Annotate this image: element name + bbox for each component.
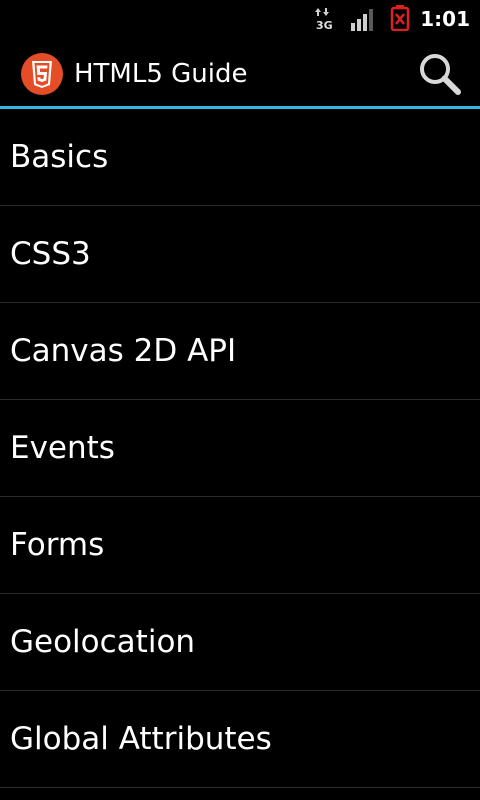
3g-data-icon: 3G bbox=[315, 8, 333, 31]
battery-empty-icon bbox=[390, 5, 410, 31]
status-bar: 3G 1:01 bbox=[0, 0, 480, 38]
list-item-canvas-2d-api[interactable]: Canvas 2D API bbox=[0, 303, 480, 400]
list-item-label: CSS3 bbox=[10, 236, 91, 272]
list-item-forms[interactable]: Forms bbox=[0, 497, 480, 594]
html5-logo-icon[interactable] bbox=[20, 52, 64, 96]
topic-list: Basics CSS3 Canvas 2D API Events Forms G… bbox=[0, 109, 480, 788]
action-bar: HTML5 Guide bbox=[0, 38, 480, 109]
list-item-label: Forms bbox=[10, 527, 105, 563]
list-item-events[interactable]: Events bbox=[0, 400, 480, 497]
list-item-basics[interactable]: Basics bbox=[0, 109, 480, 206]
list-item-global-attributes[interactable]: Global Attributes bbox=[0, 691, 480, 788]
app-title: HTML5 Guide bbox=[74, 59, 248, 89]
list-item-css3[interactable]: CSS3 bbox=[0, 206, 480, 303]
list-item-geolocation[interactable]: Geolocation bbox=[0, 594, 480, 691]
list-item-label: Global Attributes bbox=[10, 721, 272, 757]
clock: 1:01 bbox=[420, 7, 470, 31]
signal-strength-icon bbox=[351, 9, 373, 31]
search-icon[interactable] bbox=[418, 52, 462, 96]
list-item-label: Geolocation bbox=[10, 624, 196, 660]
list-item-label: Events bbox=[10, 430, 115, 466]
svg-text:3G: 3G bbox=[316, 19, 333, 31]
list-item-label: Basics bbox=[10, 139, 109, 175]
list-item-label: Canvas 2D API bbox=[10, 333, 237, 369]
